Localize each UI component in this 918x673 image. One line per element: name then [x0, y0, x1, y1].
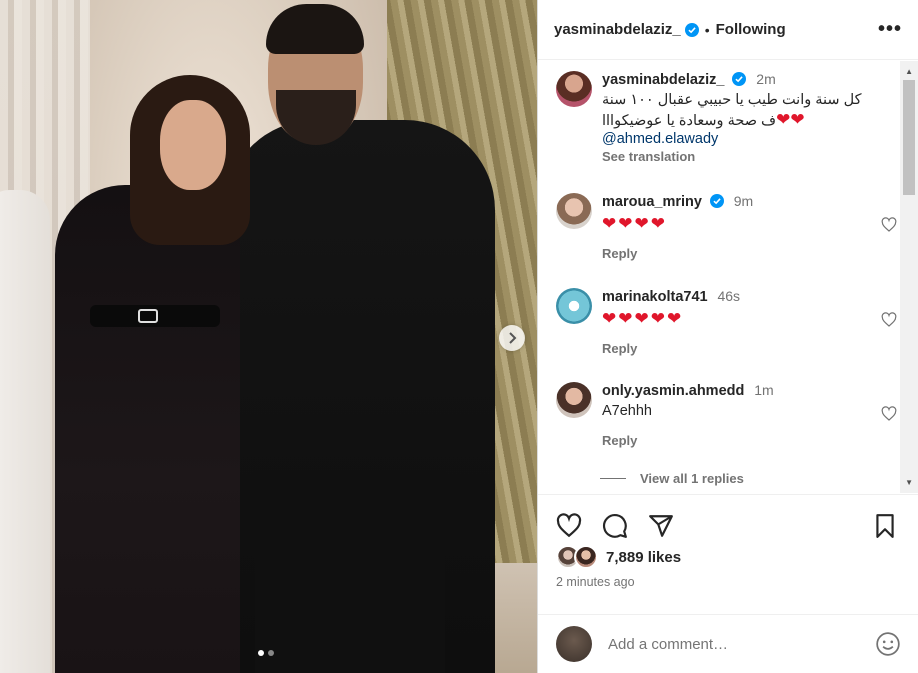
caption: yasminabdelaziz_ 2m كل سنة وانت طيب يا ح… — [556, 71, 897, 181]
scroll-down-arrow-icon[interactable]: ▼ — [905, 478, 913, 487]
add-comment-bar — [538, 614, 918, 673]
scrollbar-thumb[interactable] — [903, 80, 915, 195]
comment-time: 1m — [754, 382, 774, 398]
caption-line-1: كل سنة وانت طيب يا حبيبي عقبال ١٠٠ سنة — [602, 92, 862, 108]
view-replies-label: View all 1 replies — [640, 471, 744, 486]
comment-avatar[interactable] — [556, 193, 592, 229]
following-button[interactable]: Following — [716, 21, 786, 38]
caption-username[interactable]: yasminabdelaziz_ — [602, 72, 725, 88]
view-replies-line — [600, 478, 626, 479]
comment-text: ❤❤❤❤❤ — [602, 309, 684, 328]
header-separator: • — [704, 21, 710, 38]
caption-avatar[interactable] — [556, 71, 592, 107]
post-side-panel: yasminabdelaziz_ • Following ••• yasmina… — [537, 0, 918, 673]
like-heart-icon[interactable] — [556, 513, 582, 539]
verified-badge-icon — [732, 72, 747, 86]
reply-button[interactable]: Reply — [602, 341, 857, 356]
like-comment-heart-icon[interactable] — [881, 217, 897, 233]
carousel-dots — [258, 650, 274, 656]
reply-button[interactable]: Reply — [602, 433, 857, 448]
likers-avatars — [556, 545, 602, 569]
photo-woman-face — [160, 100, 226, 190]
comment-text: A7ehhh — [602, 403, 652, 419]
carousel-dot — [268, 650, 274, 656]
comment-item: marinakolta741 46s ❤❤❤❤❤ Reply — [556, 288, 897, 368]
photo-man-legs — [255, 470, 445, 673]
verified-badge-icon — [684, 22, 699, 37]
current-user-avatar — [556, 626, 592, 662]
photo-woman-dress — [55, 185, 240, 673]
post-header: yasminabdelaziz_ • Following ••• — [538, 0, 918, 60]
header-username[interactable]: yasminabdelaziz_ — [554, 21, 681, 38]
comment-item: only.yasmin.ahmedd 1m A7ehhh Reply — [556, 382, 897, 462]
comments-list[interactable]: yasminabdelaziz_ 2m كل سنة وانت طيب يا ح… — [538, 61, 918, 493]
view-replies-button[interactable]: View all 1 replies — [600, 471, 744, 486]
caption-line-2-text: ف صحة وسعادة يا عوضيكوااا — [602, 113, 777, 129]
add-comment-input[interactable] — [608, 635, 858, 653]
like-comment-heart-icon[interactable] — [881, 406, 897, 422]
comment-bubble-icon[interactable] — [602, 513, 628, 539]
save-bookmark-icon[interactable] — [872, 513, 898, 539]
comment-avatar[interactable] — [556, 382, 592, 418]
comment-username[interactable]: maroua_mriny — [602, 194, 702, 210]
carousel-next-button[interactable] — [499, 325, 525, 351]
comment-avatar[interactable] — [556, 288, 592, 324]
like-comment-heart-icon[interactable] — [881, 312, 897, 328]
photo-white-dress — [0, 190, 50, 673]
scroll-up-arrow-icon[interactable]: ▲ — [905, 67, 913, 76]
carousel-dot-active — [258, 650, 264, 656]
comment-username[interactable]: marinakolta741 — [602, 289, 708, 305]
see-translation-button[interactable]: See translation — [602, 149, 897, 164]
post-photo[interactable] — [0, 0, 537, 673]
caption-mention-link[interactable]: @ahmed.elawady — [602, 131, 897, 147]
post-actions: 7,889 likes 2 minutes ago — [538, 494, 918, 614]
reply-button[interactable]: Reply — [602, 246, 857, 261]
likes-count[interactable]: 7,889 likes — [606, 549, 681, 566]
photo-belt-buckle — [138, 309, 158, 323]
more-options-icon[interactable]: ••• — [878, 18, 902, 41]
liker-avatar — [574, 545, 598, 569]
post-timestamp[interactable]: 2 minutes ago — [556, 575, 635, 589]
caption-time: 2m — [756, 71, 776, 87]
comment-item: maroua_mriny 9m ❤❤❤❤ Reply — [556, 193, 897, 273]
emoji-smiley-icon[interactable] — [875, 631, 901, 657]
comment-time: 9m — [733, 193, 754, 209]
verified-badge-icon — [709, 194, 724, 208]
likes-summary[interactable]: 7,889 likes — [556, 545, 681, 569]
comment-text: ❤❤❤❤ — [602, 214, 667, 233]
caption-line-2: ف صحة وسعادة يا عوضيكوااا❤❤ — [602, 110, 897, 131]
comment-time: 46s — [717, 288, 741, 304]
comment-username[interactable]: only.yasmin.ahmedd — [602, 383, 744, 399]
caption-hearts: ❤❤ — [776, 110, 805, 129]
chevron-right-icon — [509, 332, 517, 344]
share-send-icon[interactable] — [648, 513, 674, 539]
